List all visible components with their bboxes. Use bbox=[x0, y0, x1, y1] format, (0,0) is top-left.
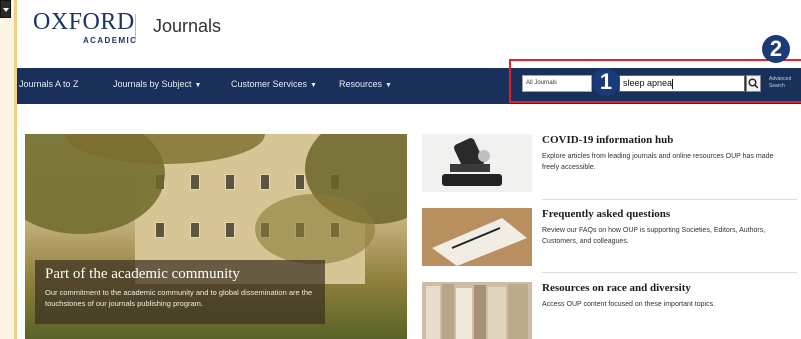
notebook-image bbox=[422, 208, 532, 266]
search-input[interactable]: sleep apnea bbox=[619, 75, 745, 92]
notebook-thumbnail bbox=[422, 208, 532, 266]
annotation-badge-1: 1 bbox=[592, 68, 620, 96]
annotation-badge-2: 2 bbox=[762, 35, 790, 63]
oxford-academic-logo[interactable]: OXFORD ACADEMIC bbox=[33, 10, 137, 45]
books-thumbnail bbox=[422, 282, 532, 339]
nav-label: Resources bbox=[339, 79, 383, 89]
microscope-image bbox=[422, 134, 532, 192]
hero-text: Our commitment to the academic community… bbox=[45, 288, 313, 308]
journal-scope-select[interactable]: All Journals bbox=[522, 75, 592, 92]
promo-race-diversity[interactable]: Resources on race and diversity Access O… bbox=[422, 282, 797, 339]
header-divider bbox=[135, 14, 136, 42]
window bbox=[190, 174, 200, 190]
site-header: OXFORD ACADEMIC Journals bbox=[17, 0, 801, 68]
window bbox=[190, 222, 200, 238]
site-title[interactable]: Journals bbox=[153, 16, 221, 37]
nav-label: Journals A to Z bbox=[19, 79, 79, 89]
corner-dropdown-toggle[interactable] bbox=[0, 0, 11, 18]
window bbox=[155, 222, 165, 238]
search-button[interactable] bbox=[746, 75, 761, 92]
nav-journals-a-to-z[interactable]: Journals A to Z bbox=[19, 79, 79, 89]
advanced-line-1: Advanced bbox=[769, 76, 792, 82]
window bbox=[295, 174, 305, 190]
search-icon bbox=[748, 78, 759, 89]
promo-desc: Review our FAQs on how OUP is supporting… bbox=[542, 227, 766, 245]
promo-title: COVID-19 information hub bbox=[542, 134, 674, 146]
promo-desc: Explore articles from leading journals a… bbox=[542, 153, 774, 171]
promo-title: Resources on race and diversity bbox=[542, 282, 691, 294]
nav-customer-services[interactable]: Customer Services ▼ bbox=[231, 79, 317, 89]
hero-banner[interactable]: Part of the academic community Our commi… bbox=[25, 134, 407, 339]
caret-down-icon: ▼ bbox=[310, 82, 317, 89]
nav-resources[interactable]: Resources ▼ bbox=[339, 79, 392, 89]
hero-title: Part of the academic community bbox=[45, 266, 240, 282]
microscope-thumbnail bbox=[422, 134, 532, 192]
advanced-line-2: Search bbox=[769, 83, 785, 89]
nav-label: Journals by Subject bbox=[113, 79, 192, 89]
window bbox=[225, 174, 235, 190]
logo-sub: ACADEMIC bbox=[83, 36, 138, 45]
divider bbox=[542, 272, 797, 273]
promo-title: Frequently asked questions bbox=[542, 208, 671, 220]
page: OXFORD ACADEMIC Journals Journals A to Z… bbox=[14, 0, 801, 339]
logo-main: OXFORD bbox=[33, 9, 135, 35]
text-cursor bbox=[672, 78, 674, 89]
promo-desc: Access OUP content focused on these impo… bbox=[542, 301, 716, 308]
promo-faq[interactable]: Frequently asked questions Review our FA… bbox=[422, 208, 797, 272]
hero-caption: Part of the academic community Our commi… bbox=[35, 260, 325, 324]
advanced-search-link[interactable]: Advanced Search bbox=[769, 76, 791, 90]
left-rail bbox=[0, 18, 14, 339]
divider bbox=[542, 199, 797, 200]
window bbox=[225, 222, 235, 238]
tree-foliage bbox=[255, 194, 375, 264]
caret-down-icon: ▼ bbox=[194, 82, 202, 89]
books-image bbox=[422, 282, 532, 339]
promo-covid-hub[interactable]: COVID-19 information hub Explore article… bbox=[422, 134, 797, 198]
search-query: sleep apnea bbox=[623, 78, 673, 88]
window bbox=[260, 174, 270, 190]
nav-journals-by-subject[interactable]: Journals by Subject ▼ bbox=[113, 79, 201, 89]
nav-label: Customer Services bbox=[231, 79, 308, 89]
caret-down-icon: ▼ bbox=[385, 82, 392, 89]
